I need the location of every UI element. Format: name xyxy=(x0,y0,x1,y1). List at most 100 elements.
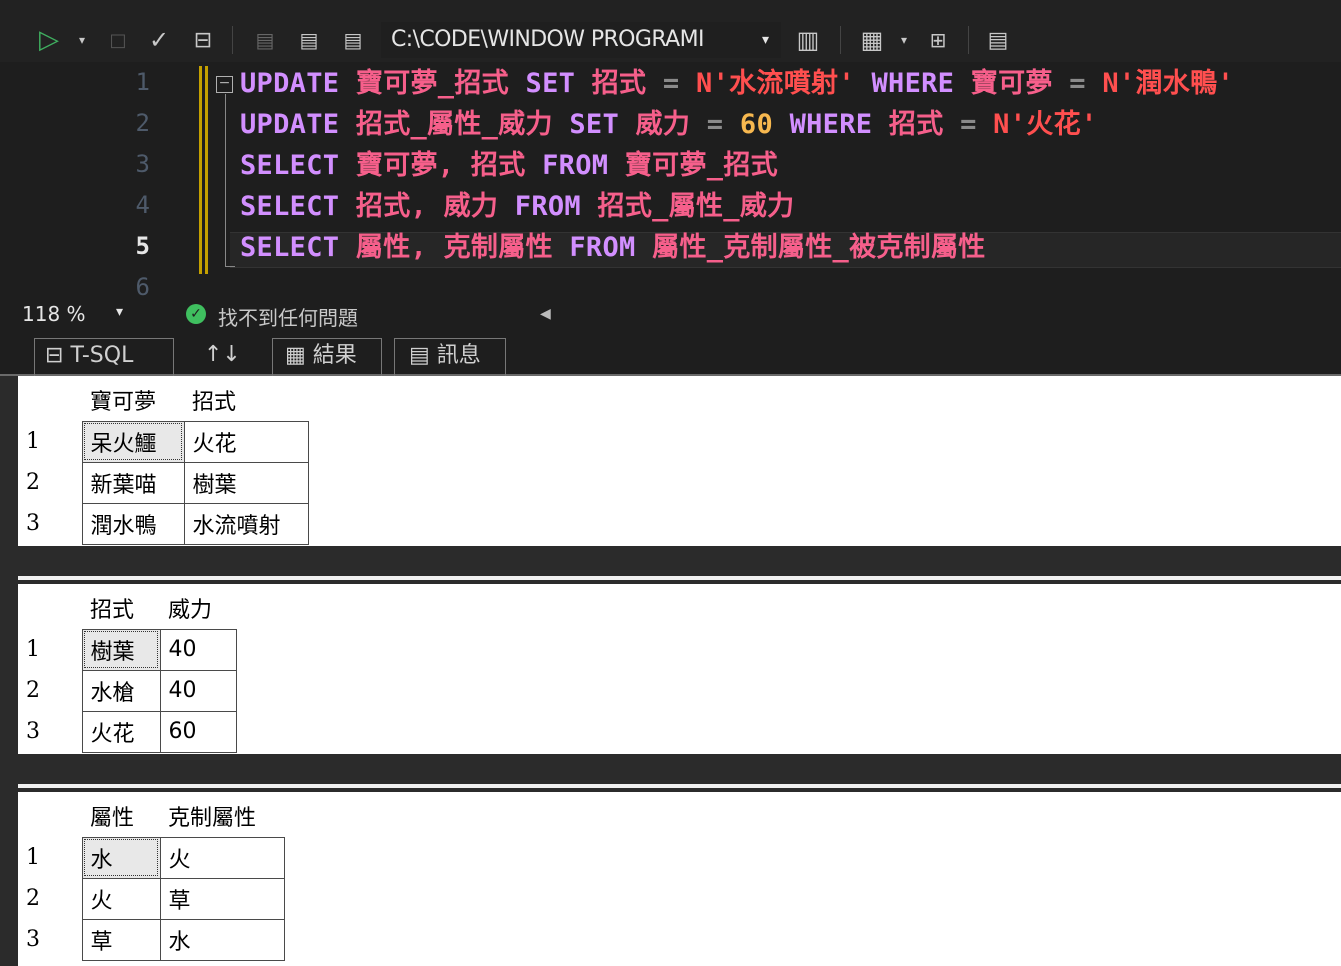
chevron-down-icon[interactable]: ▾ xyxy=(762,22,769,58)
row-number[interactable]: 3 xyxy=(18,711,82,752)
toolbar-separator xyxy=(840,26,841,54)
code-token: SET xyxy=(569,109,620,140)
grid-separator xyxy=(18,754,1341,784)
table-cell[interactable]: 水流噴射 xyxy=(183,502,309,545)
result-grid-1[interactable]: 寶可夢 招式 1 呆火鱷 火花 2 新葉喵 樹葉 3 潤水鴨 水流噴射 xyxy=(18,376,1341,546)
tab-label: T-SQL xyxy=(70,343,134,368)
table-cell[interactable]: 40 xyxy=(159,628,237,671)
tab-tsql[interactable]: ⊟ T-SQL xyxy=(34,338,174,376)
line-number: 6 xyxy=(135,273,150,298)
column-header[interactable]: 克制屬性 xyxy=(160,796,284,837)
code-token: 屬性, 克制屬性 xyxy=(339,232,570,263)
collapse-icon[interactable]: − xyxy=(216,76,233,93)
code-token: FROM xyxy=(569,232,636,263)
results-text-icon[interactable]: ▤ xyxy=(336,22,370,58)
table-cell[interactable]: 40 xyxy=(159,669,237,712)
code-line-4[interactable]: SELECT 招式, 威力 FROM 招式_屬性_威力 xyxy=(240,187,794,227)
results-grid-icon[interactable]: ▦ xyxy=(854,22,890,58)
results-area: 寶可夢 招式 1 呆火鱷 火花 2 新葉喵 樹葉 3 潤水鴨 水流噴射 招式 威… xyxy=(0,376,1341,966)
grid-icon: ▦ xyxy=(285,343,313,368)
code-editor[interactable]: 1 2 3 4 5 6 − UPDATE 寶可夢_招式 SET 招式 = N'水… xyxy=(0,62,1341,298)
stop-icon[interactable]: □ xyxy=(106,22,130,58)
result-grid-2[interactable]: 招式 威力 1 樹葉 40 2 水槍 40 3 火花 60 xyxy=(18,584,1341,754)
table-cell-selected[interactable]: 水 xyxy=(81,836,161,879)
splitter[interactable] xyxy=(18,784,1341,788)
code-token: SELECT xyxy=(240,191,340,222)
row-number[interactable]: 3 xyxy=(18,919,82,960)
table-cell[interactable]: 60 xyxy=(159,710,237,753)
sort-toggle[interactable]: ↑↓ xyxy=(190,338,250,376)
execute-icon[interactable]: ▷ xyxy=(34,22,64,58)
result-grid-3[interactable]: 屬性 克制屬性 1 水 火 2 火 草 3 草 水 xyxy=(18,792,1341,966)
code-token: UPDATE xyxy=(240,68,340,99)
row-number[interactable]: 2 xyxy=(18,670,82,711)
database-path-dropdown[interactable]: C:\CODE\WINDOW PROGRAMI xyxy=(381,22,781,58)
connect-icon[interactable]: ▤ xyxy=(248,22,282,58)
table-cell-selected[interactable]: 樹葉 xyxy=(81,628,161,671)
code-token: N'火花' xyxy=(976,109,1098,140)
column-header[interactable]: 威力 xyxy=(160,588,236,629)
splitter[interactable] xyxy=(18,576,1341,580)
table-cell-selected[interactable]: 呆火鱷 xyxy=(81,420,185,463)
dropdown-icon[interactable]: ▾ xyxy=(72,22,92,58)
row-number[interactable]: 3 xyxy=(18,503,82,544)
code-token: = xyxy=(662,68,680,99)
code-token: FROM xyxy=(542,150,609,181)
tsql-icon: ⊟ xyxy=(45,343,71,368)
column-header[interactable]: 招式 xyxy=(184,380,308,421)
row-number[interactable]: 1 xyxy=(18,421,82,462)
row-number[interactable]: 1 xyxy=(18,837,82,878)
row-number[interactable]: 2 xyxy=(18,878,82,919)
table-cell[interactable]: 火花 xyxy=(183,420,309,463)
parse-check-icon[interactable]: ✓ xyxy=(144,22,174,58)
fold-guide xyxy=(225,94,226,266)
code-line-3[interactable]: SELECT 寶可夢, 招式 FROM 寶可夢_招式 xyxy=(240,146,778,186)
column-header[interactable]: 屬性 xyxy=(82,796,160,837)
toolbar-separator xyxy=(232,26,233,54)
sort-icon: ↑↓ xyxy=(204,342,241,367)
row-number[interactable]: 2 xyxy=(18,462,82,503)
code-token: WHERE xyxy=(789,109,873,140)
message-icon: ▤ xyxy=(409,343,437,368)
issues-status[interactable]: 找不到任何問題 xyxy=(218,302,358,331)
table-cell[interactable]: 火 xyxy=(159,836,285,879)
code-line-2[interactable]: UPDATE 招式_屬性_威力 SET 威力 = 60 WHERE 招式 = N… xyxy=(240,105,1097,145)
table-cell[interactable]: 樹葉 xyxy=(183,461,309,504)
result-table: 屬性 克制屬性 1 水 火 2 火 草 3 草 水 xyxy=(18,796,285,961)
code-token: 屬性_克制屬性_被克制屬性 xyxy=(635,232,986,263)
results-dropdown-icon[interactable]: ▾ xyxy=(894,22,914,58)
column-header[interactable]: 寶可夢 xyxy=(82,380,184,421)
line-number-gutter: 1 2 3 4 5 6 xyxy=(0,62,160,298)
plan-icon[interactable]: ⊟ xyxy=(186,22,220,58)
code-token: 招式 xyxy=(575,68,663,99)
code-token: 60 xyxy=(723,109,790,140)
zoom-level[interactable]: 118 % xyxy=(22,302,86,326)
code-line-1[interactable]: UPDATE 寶可夢_招式 SET 招式 = N'水流噴射' WHERE 寶可夢… xyxy=(240,64,1234,104)
row-header-corner xyxy=(18,796,82,837)
query-options-icon[interactable]: ▤ xyxy=(292,22,326,58)
table-cell[interactable]: 草 xyxy=(159,877,285,920)
comment-icon[interactable]: ▤ xyxy=(980,22,1016,58)
code-token: N'水流噴射' xyxy=(679,68,872,99)
code-token: 寶可夢_招式 xyxy=(608,150,778,181)
diagram-icon[interactable]: ⊞ xyxy=(920,22,956,58)
code-token: SELECT xyxy=(240,150,340,181)
query-file-icon[interactable]: ▥ xyxy=(790,22,826,58)
row-header-corner xyxy=(18,588,82,629)
code-line-5[interactable]: SELECT 屬性, 克制屬性 FROM 屬性_克制屬性_被克制屬性 xyxy=(240,228,986,268)
table-cell[interactable]: 火 xyxy=(81,877,161,920)
table-cell[interactable]: 潤水鴨 xyxy=(81,502,185,545)
code-token: = xyxy=(1069,68,1086,99)
table-cell[interactable]: 火花 xyxy=(81,710,161,753)
tab-results[interactable]: ▦ 結果 xyxy=(272,338,382,376)
tab-label: 結果 xyxy=(312,343,357,368)
chevron-down-icon[interactable]: ▾ xyxy=(116,304,123,320)
table-cell[interactable]: 水槍 xyxy=(81,669,161,712)
tab-messages[interactable]: ▤ 訊息 xyxy=(394,338,506,376)
table-cell[interactable]: 新葉喵 xyxy=(81,461,185,504)
table-cell[interactable]: 水 xyxy=(159,918,285,961)
row-number[interactable]: 1 xyxy=(18,629,82,670)
table-cell[interactable]: 草 xyxy=(81,918,161,961)
column-header[interactable]: 招式 xyxy=(82,588,160,629)
scroll-left-icon[interactable]: ◀ xyxy=(540,306,551,322)
